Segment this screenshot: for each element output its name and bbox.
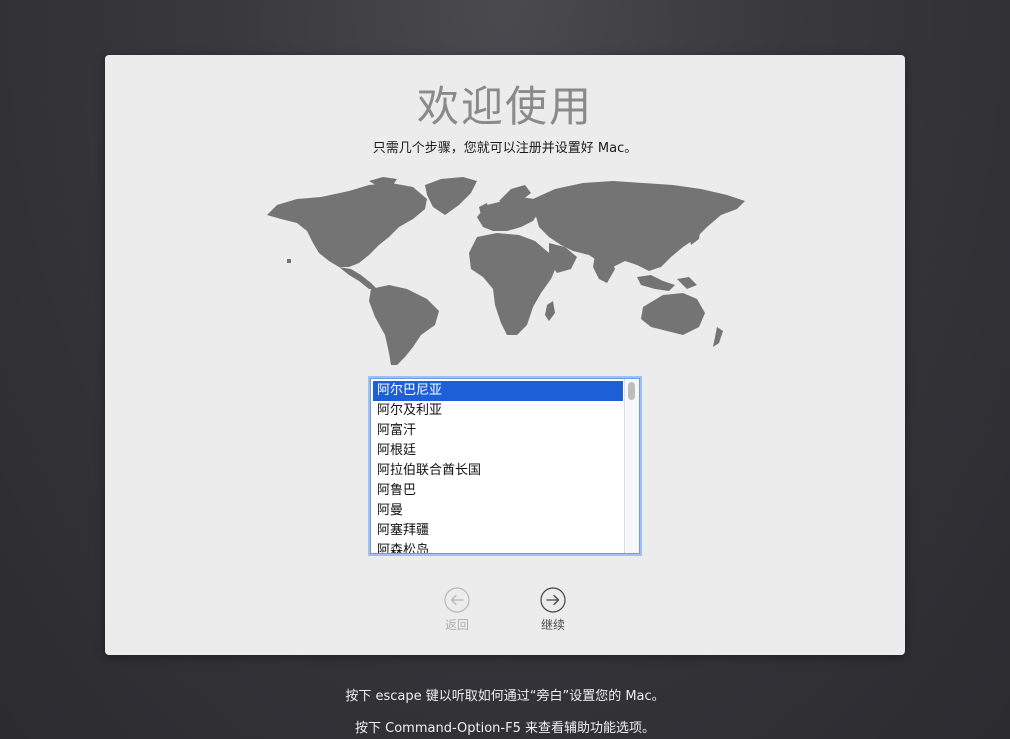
continue-button[interactable]: 继续	[523, 587, 583, 633]
continue-label: 继续	[540, 618, 565, 632]
arrow-left-circle-icon	[444, 587, 470, 613]
list-item[interactable]: 阿富汗	[373, 421, 623, 441]
back-button[interactable]: 返回	[427, 587, 487, 633]
list-item[interactable]: 阿尔及利亚	[373, 401, 623, 421]
country-list: 阿尔巴尼亚 阿尔及利亚 阿富汗 阿根廷 阿拉伯联合酋长国 阿鲁巴 阿曼 阿塞拜疆…	[373, 381, 623, 553]
page-title: 欢迎使用	[416, 82, 593, 131]
list-scrollbar[interactable]	[624, 379, 639, 553]
setup-panel: 欢迎使用 只需几个步骤，您就可以注册并设置好 Mac。 阿尔巴尼亚 阿尔及利亚 …	[105, 55, 905, 655]
back-label: 返回	[444, 618, 469, 632]
arrow-right-circle-icon	[540, 587, 566, 613]
page-subtitle: 只需几个步骤，您就可以注册并设置好 Mac。	[372, 141, 638, 156]
country-listbox[interactable]: 阿尔巴尼亚 阿尔及利亚 阿富汗 阿根廷 阿拉伯联合酋长国 阿鲁巴 阿曼 阿塞拜疆…	[370, 378, 640, 554]
list-item[interactable]: 阿曼	[373, 501, 623, 521]
list-item[interactable]: 阿森松岛	[373, 541, 623, 553]
world-map-icon	[267, 177, 745, 365]
list-item[interactable]: 阿鲁巴	[373, 481, 623, 501]
list-item[interactable]: 阿拉伯联合酋长国	[373, 461, 623, 481]
voiceover-hint: 按下 escape 键以听取如何通过“旁白”设置您的 Mac。	[345, 689, 665, 704]
scroll-thumb[interactable]	[628, 382, 635, 400]
list-item[interactable]: 阿尔巴尼亚	[373, 381, 623, 401]
accessibility-hint: 按下 Command-Option-F5 来查看辅助功能选项。	[355, 721, 655, 736]
list-item[interactable]: 阿塞拜疆	[373, 521, 623, 541]
list-item[interactable]: 阿根廷	[373, 441, 623, 461]
